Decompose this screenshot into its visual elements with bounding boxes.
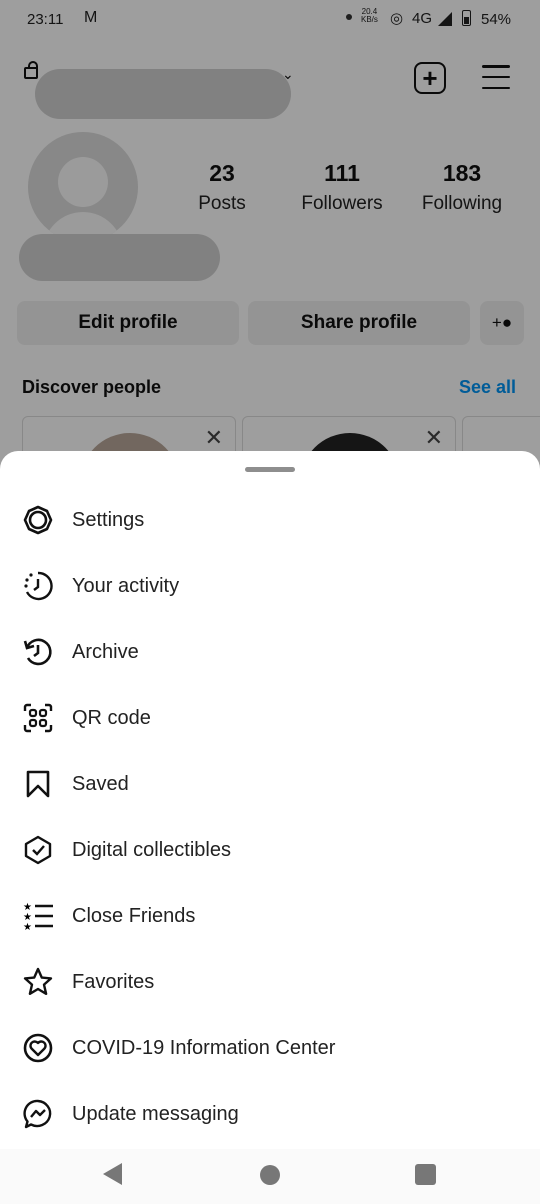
star-icon xyxy=(22,966,54,998)
menu-item-label: Favorites xyxy=(72,970,155,993)
menu-item-archive[interactable]: Archive xyxy=(0,619,540,685)
messenger-icon xyxy=(22,1098,54,1130)
menu-item-label: COVID-19 Information Center xyxy=(72,1036,336,1059)
menu-item-digital-collectibles[interactable]: Digital collectibles xyxy=(0,817,540,883)
qr-code-icon xyxy=(22,702,54,734)
menu-item-label: Digital collectibles xyxy=(72,838,231,861)
bookmark-icon xyxy=(22,768,54,800)
menu-item-label: QR code xyxy=(72,706,151,729)
recent-apps-icon[interactable] xyxy=(415,1164,436,1185)
back-icon[interactable] xyxy=(103,1163,122,1185)
menu-item-label: Settings xyxy=(72,508,145,531)
menu-item-settings[interactable]: Settings xyxy=(0,487,540,553)
gear-icon xyxy=(22,504,54,536)
svg-text:★: ★ xyxy=(23,922,32,932)
menu-item-close-friends[interactable]: ★ ★ ★ Close Friends xyxy=(0,883,540,949)
menu-item-label: Update messaging xyxy=(72,1102,239,1125)
activity-icon xyxy=(22,570,54,602)
menu-item-saved[interactable]: Saved xyxy=(0,751,540,817)
menu-item-qr-code[interactable]: QR code xyxy=(0,685,540,751)
menu-item-label: Your activity xyxy=(72,574,180,597)
menu-item-label: Saved xyxy=(72,772,129,795)
archive-icon xyxy=(22,636,54,668)
menu-item-update-messaging[interactable]: Update messaging xyxy=(0,1081,540,1147)
close-friends-icon: ★ ★ ★ xyxy=(22,900,54,932)
menu-item-label: Archive xyxy=(72,640,139,663)
menu-item-covid-info-center[interactable]: COVID-19 Information Center xyxy=(0,1015,540,1081)
home-icon[interactable] xyxy=(260,1165,280,1185)
collectibles-icon xyxy=(22,834,54,866)
covid-heart-icon xyxy=(22,1032,54,1064)
menu-item-your-activity[interactable]: Your activity xyxy=(0,553,540,619)
sheet-drag-handle[interactable] xyxy=(245,467,295,472)
menu-item-label: Close Friends xyxy=(72,904,196,927)
menu-item-favorites[interactable]: Favorites xyxy=(0,949,540,1015)
